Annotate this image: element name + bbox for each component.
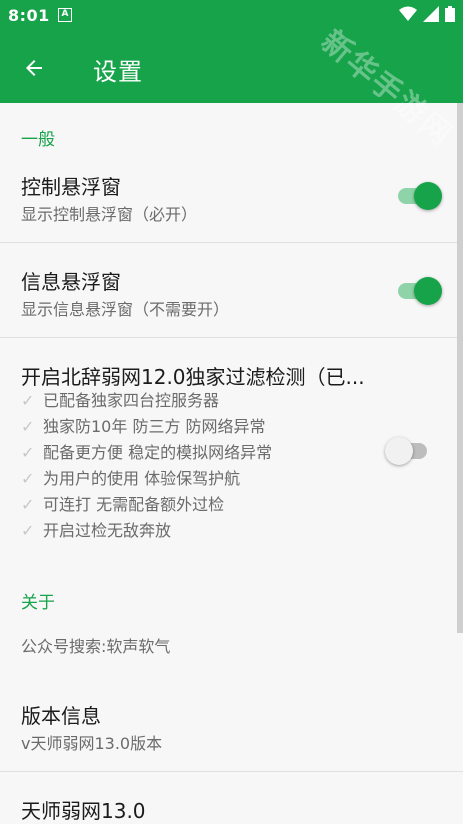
feature-text: 开启过检无敌奔放 xyxy=(43,521,172,540)
float-control-switch[interactable] xyxy=(396,182,442,210)
section-header-about: 关于 xyxy=(21,593,55,613)
switch-thumb xyxy=(385,437,413,465)
feature-text: 已配备独家四台控服务器 xyxy=(43,391,220,410)
arrow-back-icon xyxy=(26,60,42,76)
feature-text: 为用户的使用 体验保驾护航 xyxy=(43,469,241,488)
switch-thumb xyxy=(414,182,442,210)
pref-summary: v天师弱网13.0版本 xyxy=(21,734,163,753)
feature-text: 配备更方便 稳定的模拟网络异常 xyxy=(43,443,273,462)
pref-title: 控制悬浮窗 xyxy=(21,175,121,199)
pref-title: 开启北辞弱网12.0独家过滤检测（已... xyxy=(21,365,365,389)
section-header-general: 一般 xyxy=(21,130,55,150)
pref-public-account[interactable]: 公众号搜索:软声软气 xyxy=(0,618,463,678)
feature-item: ✓ 开启过检无敌奔放 xyxy=(21,518,272,544)
feature-item: ✓ 为用户的使用 体验保驾护航 xyxy=(21,466,272,492)
feature-list: ✓ 已配备独家四台控服务器 ✓ 独家防10年 防三方 防网络异常 ✓ 配备更方便 稳定… xyxy=(21,388,272,544)
check-icon: ✓ xyxy=(21,469,35,488)
feature-text: 可连打 无需配备额外过检 xyxy=(43,495,225,514)
divider xyxy=(0,242,463,243)
notification-icon: A xyxy=(58,8,72,22)
check-icon: ✓ xyxy=(21,417,35,436)
pref-summary: 公众号搜索:软声软气 xyxy=(21,637,171,656)
status-time: 8:01 xyxy=(8,6,50,25)
page-title: 设置 xyxy=(93,58,143,86)
scrollbar[interactable] xyxy=(457,103,463,633)
wifi-icon xyxy=(399,6,417,21)
pref-float-control[interactable]: 控制悬浮窗 显示控制悬浮窗（必开） xyxy=(0,163,463,243)
divider xyxy=(0,337,463,338)
status-icons xyxy=(399,6,455,22)
settings-list: 一般 控制悬浮窗 显示控制悬浮窗（必开） 信息悬浮窗 显示信息悬浮窗（不需要开）… xyxy=(0,103,463,823)
feature-item: ✓ 已配备独家四台控服务器 xyxy=(21,388,272,414)
status-bar: 8:01 A xyxy=(0,0,463,30)
feature-item: ✓ 配备更方便 稳定的模拟网络异常 xyxy=(21,440,272,466)
battery-icon xyxy=(445,6,455,22)
pref-title: 信息悬浮窗 xyxy=(21,270,121,294)
check-icon: ✓ xyxy=(21,443,35,462)
check-icon: ✓ xyxy=(21,495,35,514)
check-icon: ✓ xyxy=(21,391,35,410)
pref-title: 天师弱网13.0 xyxy=(21,799,146,823)
pref-app-name[interactable]: 天师弱网13.0 xyxy=(0,783,463,823)
toolbar: 设置 新华手游网 xyxy=(0,24,463,154)
feature-item: ✓ 独家防10年 防三方 防网络异常 xyxy=(21,414,272,440)
switch-thumb xyxy=(414,277,442,305)
pref-version[interactable]: 版本信息 v天师弱网13.0版本 xyxy=(0,688,463,768)
check-icon: ✓ xyxy=(21,521,35,540)
divider xyxy=(0,771,463,772)
feature-item: ✓ 可连打 无需配备额外过检 xyxy=(21,492,272,518)
pref-title: 版本信息 xyxy=(21,704,101,728)
pref-float-info[interactable]: 信息悬浮窗 显示信息悬浮窗（不需要开） xyxy=(0,258,463,338)
back-button[interactable] xyxy=(16,50,52,86)
pref-summary: 显示控制悬浮窗（必开） xyxy=(21,205,198,224)
filter-switch[interactable] xyxy=(385,437,431,465)
pref-summary: 显示信息悬浮窗（不需要开） xyxy=(21,300,230,319)
float-info-switch[interactable] xyxy=(396,277,442,305)
signal-icon xyxy=(423,6,439,22)
feature-text: 独家防10年 防三方 防网络异常 xyxy=(43,417,266,436)
